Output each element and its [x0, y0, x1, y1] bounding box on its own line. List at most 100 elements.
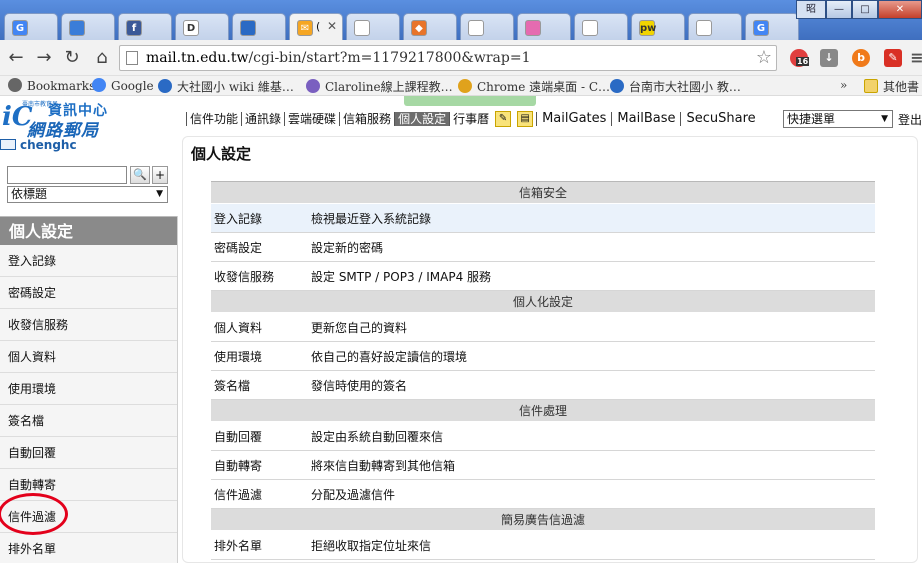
sidebar-item[interactable]: 收發信服務 — [0, 309, 177, 341]
browser-tab[interactable] — [232, 13, 286, 40]
browser-tab[interactable]: G — [745, 13, 799, 40]
dropdown-arrow-icon: ▼ — [156, 189, 163, 199]
forward-button[interactable]: → — [34, 48, 54, 68]
tab-close-icon[interactable]: ✕ — [327, 19, 337, 33]
setting-name-link[interactable]: 個人資料 — [211, 312, 311, 342]
clipboard-icon[interactable]: ▤ — [517, 111, 534, 127]
browser-tab[interactable]: pw — [631, 13, 685, 40]
url-text[interactable]: mail.tn.edu.tw/cgi-bin/start?m=117921780… — [146, 50, 531, 66]
back-button[interactable]: ← — [6, 48, 26, 68]
browser-tab[interactable] — [460, 13, 514, 40]
nav-item[interactable]: 行事曆 — [449, 112, 492, 126]
setting-row[interactable]: 密碼設定 設定新的密碼 — [211, 232, 875, 262]
bookmark-item[interactable]: 台南市大社國小 教… — [610, 78, 741, 95]
globe-icon — [69, 20, 85, 36]
reload-button[interactable]: ↻ — [62, 48, 82, 68]
extension-pen-icon[interactable]: ✎ — [884, 49, 902, 67]
browser-tab[interactable] — [688, 13, 742, 40]
add-button[interactable]: + — [152, 166, 168, 184]
sidebar-item[interactable]: 密碼設定 — [0, 277, 177, 309]
bookmark-item[interactable]: 大社國小 wiki 維基… — [158, 78, 294, 95]
notification-tab[interactable] — [404, 96, 536, 106]
url-host: mail.tn.edu.tw — [146, 50, 249, 66]
address-bar[interactable]: mail.tn.edu.tw/cgi-bin/start?m=117921780… — [119, 45, 777, 71]
minimize-button[interactable]: — — [826, 0, 852, 19]
setting-row[interactable]: 信件過濾 分配及過濾信件 — [211, 479, 875, 509]
bookmarks-overflow-button[interactable]: » — [840, 78, 847, 92]
search-button[interactable]: 🔍 — [130, 166, 150, 184]
sidebar-item[interactable]: 個人資料 — [0, 341, 177, 373]
nav-item[interactable]: 雲端硬碟 — [284, 112, 339, 126]
setting-name-link[interactable]: 自動回覆 — [211, 421, 311, 451]
nav-link[interactable]: MailBase — [611, 112, 680, 126]
bookmark-label: Chrome 遠端桌面 - C… — [477, 80, 611, 94]
nav-link[interactable]: MailGates — [536, 112, 611, 126]
site-logo[interactable]: iC 臺南市教育局 資訊中心 網路郵局 — [0, 98, 180, 141]
setting-row[interactable]: 登入記錄 檢視最近登入系統記錄 — [211, 203, 875, 233]
search-icon: 🔍 — [133, 168, 147, 181]
setting-row[interactable]: 合法寄件人設定合法寄件人名單 — [211, 559, 875, 563]
browser-tab[interactable]: G — [4, 13, 58, 40]
nav-item[interactable]: 個人設定 — [394, 112, 450, 126]
setting-name-link[interactable]: 簽名檔 — [211, 370, 311, 400]
setting-row[interactable]: 個人資料 更新您自己的資料 — [211, 312, 875, 342]
bookmark-item[interactable]: Bookmarks — [8, 78, 95, 93]
setting-row[interactable]: 簽名檔 發信時使用的簽名 — [211, 370, 875, 400]
setting-name-link[interactable]: 密碼設定 — [211, 232, 311, 262]
bookmark-item[interactable]: Chrome 遠端桌面 - C… — [458, 78, 610, 95]
quick-menu-select[interactable]: 快捷選單 ▼ — [783, 110, 893, 128]
setting-name-link[interactable]: 排外名單 — [211, 530, 311, 560]
sidebar-item[interactable]: 使用環境 — [0, 373, 177, 405]
page-icon — [696, 20, 712, 36]
logout-link[interactable]: 登出 — [898, 111, 922, 128]
search-input[interactable] — [7, 166, 127, 184]
sidebar-item[interactable]: 登入記錄 — [0, 245, 177, 277]
webmail-page: iC 臺南市教育局 資訊中心 網路郵局 chenghc 信件功能 通訊錄 雲端硬碟信… — [0, 96, 922, 563]
menu-icon[interactable]: ≡ — [908, 49, 922, 67]
profile-button[interactable]: 昭 — [796, 0, 826, 19]
setting-row[interactable]: 自動回覆 設定由系統自動回覆來信 — [211, 421, 875, 451]
setting-name-link[interactable]: 自動轉寄 — [211, 450, 311, 480]
browser-tab[interactable] — [574, 13, 628, 40]
maximize-button[interactable]: □ — [852, 0, 878, 19]
bookmark-star-icon[interactable]: ☆ — [756, 47, 772, 68]
browser-tab[interactable] — [346, 13, 400, 40]
bookmark-item[interactable]: Claroline線上課程教… — [306, 78, 453, 95]
section-header-row: 簡易廣告信過濾 — [211, 508, 875, 531]
close-window-button[interactable]: ✕ — [878, 0, 922, 19]
setting-row[interactable]: 排外名單 拒絕收取指定位址來信 — [211, 530, 875, 560]
setting-name-link[interactable]: 收發信服務 — [211, 261, 311, 291]
setting-row[interactable]: 收發信服務 設定 SMTP / POP3 / IMAP4 服務 — [211, 261, 875, 291]
nav-link[interactable]: SecuShare — [680, 112, 760, 126]
nav-item[interactable]: 信箱服務 — [339, 112, 394, 126]
nav-item[interactable]: 信件功能 — [186, 112, 241, 126]
browser-tab[interactable] — [61, 13, 115, 40]
setting-name-link[interactable]: 使用環境 — [211, 341, 311, 371]
setting-name-link[interactable]: 合法寄件人 — [211, 559, 311, 563]
extension-colorful-icon[interactable]: 16 — [790, 49, 810, 67]
sidebar-item[interactable]: 排外名單 — [0, 533, 177, 563]
other-bookmarks[interactable]: 其他書 — [864, 78, 919, 95]
setting-description: 依自己的喜好設定讀信的環境 — [311, 341, 875, 371]
setting-row[interactable]: 使用環境 依自己的喜好設定讀信的環境 — [211, 341, 875, 371]
sidebar-item[interactable]: 簽名檔 — [0, 405, 177, 437]
setting-description: 更新您自己的資料 — [311, 312, 875, 342]
search-scope-select[interactable]: 依標題 ▼ — [7, 186, 168, 203]
bookmark-item[interactable]: Google — [92, 78, 154, 93]
pattern-icon — [525, 20, 541, 36]
browser-tab[interactable]: D — [175, 13, 229, 40]
sidebar-item[interactable]: 自動回覆 — [0, 437, 177, 469]
note-icon[interactable]: ✎ — [495, 111, 512, 127]
setting-name-link[interactable]: 登入記錄 — [211, 203, 311, 233]
browser-tab[interactable]: f — [118, 13, 172, 40]
setting-row[interactable]: 自動轉寄 將來信自動轉寄到其他信箱 — [211, 450, 875, 480]
browser-tab[interactable]: ◆ — [403, 13, 457, 40]
setting-name-link[interactable]: 信件過濾 — [211, 479, 311, 509]
browser-tab[interactable]: ✉(✕ — [289, 13, 343, 41]
globe-icon — [158, 79, 172, 93]
nav-item[interactable]: 通訊錄 — [241, 112, 284, 126]
browser-tab[interactable] — [517, 13, 571, 40]
download-icon[interactable]: ↓ — [820, 49, 838, 67]
home-button[interactable]: ⌂ — [92, 48, 112, 68]
extension-b-icon[interactable]: b — [852, 49, 870, 67]
